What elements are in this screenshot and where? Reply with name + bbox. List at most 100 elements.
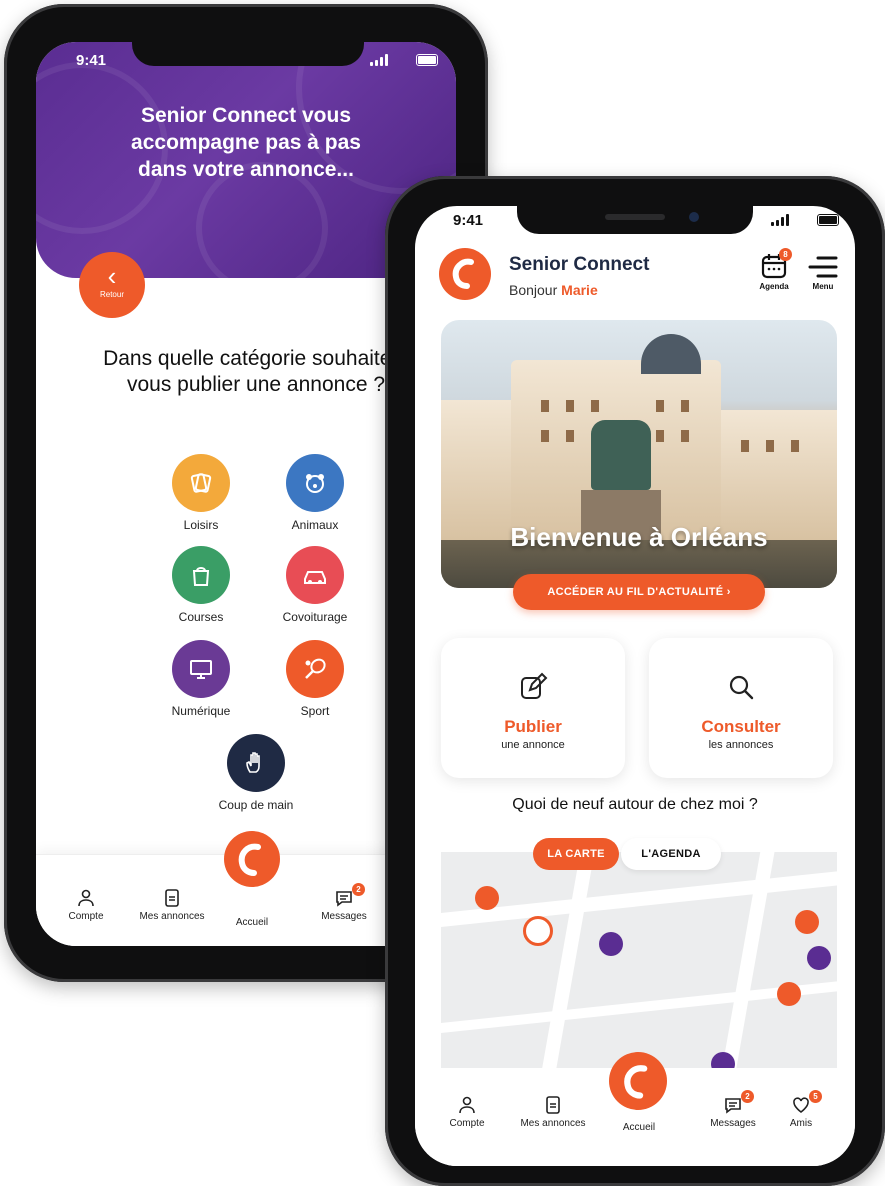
greeting-prefix: Bonjour (509, 282, 558, 298)
location-pin-icon[interactable] (599, 932, 623, 956)
tab-label: Mes annonces (520, 1118, 586, 1129)
cards-icon (172, 454, 230, 512)
category-sport[interactable]: Sport (260, 640, 370, 718)
agenda-label: Agenda (759, 282, 789, 291)
heart-icon (793, 1097, 809, 1113)
message-icon (725, 1098, 741, 1114)
calendar-pin-icon[interactable] (523, 916, 553, 946)
hero-title: Bienvenue à Orléans (510, 522, 768, 552)
card-title: Publier (504, 717, 562, 736)
tab-messages[interactable]: Messages 2 (304, 883, 384, 922)
search-icon (729, 675, 754, 700)
document-icon (546, 1096, 560, 1114)
bottom-tab-bar: Compte Mes annonces Accueil Messages 2 A… (415, 1052, 855, 1166)
consult-card[interactable]: Consulter les annonces (649, 638, 833, 778)
messages-badge: 2 (741, 1090, 754, 1103)
category-numerique[interactable]: Numérique (146, 640, 256, 718)
calendar-pin-icon[interactable] (475, 886, 499, 910)
front-phone: 9:41 Senior Connect Bonjour Marie Agenda… (385, 176, 885, 1186)
map-tab[interactable]: LA CARTE (533, 838, 619, 870)
tab-label: Amis (789, 1118, 813, 1129)
app-title: Senior Connect (509, 254, 650, 275)
back-button[interactable]: ‹ Retour (79, 252, 145, 318)
award-pin-icon[interactable] (795, 910, 819, 934)
signal-icon (370, 54, 388, 66)
statue (591, 420, 651, 490)
menu-icon (808, 256, 838, 278)
category-label: Coup de main (218, 798, 294, 812)
category-question: Dans quelle catégorie souhaitez-vous pub… (103, 347, 409, 396)
category-label: Animaux (291, 518, 339, 532)
tab-amis[interactable]: Amis 5 (771, 1090, 831, 1129)
front-phone-screen: 9:41 Senior Connect Bonjour Marie Agenda… (415, 206, 855, 1166)
category-label: Loisirs (183, 518, 219, 532)
menu-button[interactable]: Menu (805, 254, 841, 291)
back-button-label: Retour (99, 290, 124, 299)
car-icon (286, 546, 344, 604)
tab-compte[interactable]: Compte (427, 1096, 507, 1129)
tab-label: Messages (321, 911, 367, 922)
tab-messages[interactable]: Messages 2 (693, 1090, 773, 1129)
tab-label: Accueil (622, 1122, 656, 1133)
document-icon (165, 889, 179, 907)
tab-label: Compte (449, 1118, 485, 1129)
hero-photo-orleans[interactable]: Bienvenue à Orléans (441, 320, 837, 588)
agenda-tab[interactable]: L'AGENDA (621, 838, 721, 870)
message-icon (336, 891, 352, 907)
category-covoiturage[interactable]: Covoiturage (260, 546, 370, 624)
calendar-pin-icon[interactable] (777, 982, 801, 1006)
tennis-icon (286, 640, 344, 698)
tab-accueil[interactable]: Accueil (212, 917, 292, 928)
card-subtitle: les annonces (708, 739, 774, 751)
person-icon (78, 889, 94, 907)
chevron-left-icon: ‹ (107, 261, 117, 291)
agenda-badge: 8 (779, 248, 792, 261)
agenda-button[interactable]: Agenda 8 (757, 248, 792, 291)
notch (517, 204, 753, 234)
location-pin-icon[interactable] (807, 946, 831, 970)
app-logo (439, 248, 491, 300)
battery-icon (416, 54, 438, 66)
home-logo-icon[interactable] (609, 1052, 667, 1110)
category-coup-de-main[interactable]: Coup de main (201, 734, 311, 812)
category-label: Courses (178, 610, 224, 624)
menu-label: Menu (812, 282, 834, 291)
section-title: Quoi de neuf autour de chez moi ? (512, 796, 758, 813)
signal-icon (771, 214, 789, 226)
tab-label: Accueil (235, 917, 269, 928)
messages-badge: 2 (352, 883, 365, 896)
pet-icon (286, 454, 344, 512)
notch (132, 34, 364, 66)
publish-card[interactable]: Publier une annonce (441, 638, 625, 778)
tab-label: Mes annonces (139, 911, 205, 922)
tab-label: Compte (68, 911, 104, 922)
person-icon (459, 1096, 475, 1114)
tab-mes-annonces[interactable]: Mes annonces (513, 1096, 593, 1129)
tab-compte[interactable]: Compte (46, 889, 126, 922)
category-animaux[interactable]: Animaux (260, 454, 370, 532)
hand-icon (227, 734, 285, 792)
hero-text: Senior Connect vous accompagne pas à pas… (131, 104, 361, 181)
neighborhood-map[interactable] (441, 852, 837, 1068)
status-time: 9:41 (76, 52, 107, 69)
category-loisirs[interactable]: Loisirs (146, 454, 256, 532)
category-label: Covoiturage (282, 610, 348, 624)
tab-label: Messages (710, 1118, 756, 1129)
edit-icon (521, 672, 548, 699)
category-courses[interactable]: Courses (146, 546, 256, 624)
greeting: Bonjour Marie (509, 282, 598, 298)
grocery-bag-icon (172, 546, 230, 604)
card-subtitle: une annonce (501, 739, 565, 751)
status-time: 9:41 (453, 212, 484, 229)
computer-icon (172, 640, 230, 698)
home-logo-icon[interactable] (224, 831, 280, 887)
tab-accueil[interactable]: Accueil (599, 1122, 679, 1133)
tab-mes-annonces[interactable]: Mes annonces (132, 889, 212, 922)
card-title: Consulter (701, 717, 781, 736)
greeting-name: Marie (561, 282, 598, 298)
battery-icon (817, 214, 839, 226)
category-label: Sport (300, 704, 330, 718)
amis-badge: 5 (809, 1090, 822, 1103)
category-label: Numérique (171, 704, 231, 718)
news-feed-button[interactable]: ACCÉDER AU FIL D'ACTUALITÉ › (513, 574, 765, 610)
